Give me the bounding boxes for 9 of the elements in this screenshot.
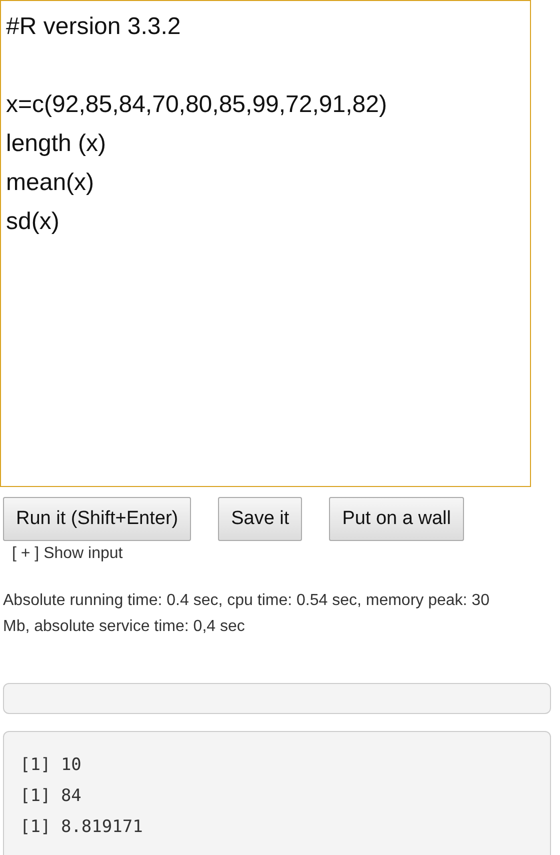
show-input-link[interactable]: [ + ] Show input (12, 545, 123, 563)
run-stats-text: Absolute running time: 0.4 sec, cpu time: 0.54 sec, memory peak: 30 Mb, absolute service time: 0,4 sec (3, 591, 490, 637)
action-button[interactable]: Run it (Shift+Enter) (3, 497, 192, 541)
code-editor[interactable]: #R version 3.3.2 x=c(92,85,84,70,80,85,99,72,91,82) length (x) mean(x) sd(x) (0, 0, 531, 487)
action-button[interactable]: Put on a wall (329, 497, 464, 541)
output-line: [1] 84 (20, 785, 82, 808)
action-button[interactable]: Save it (218, 497, 302, 541)
output-line: [1] 10 (20, 754, 82, 777)
output-line: [1] 8.819171 (20, 816, 143, 839)
